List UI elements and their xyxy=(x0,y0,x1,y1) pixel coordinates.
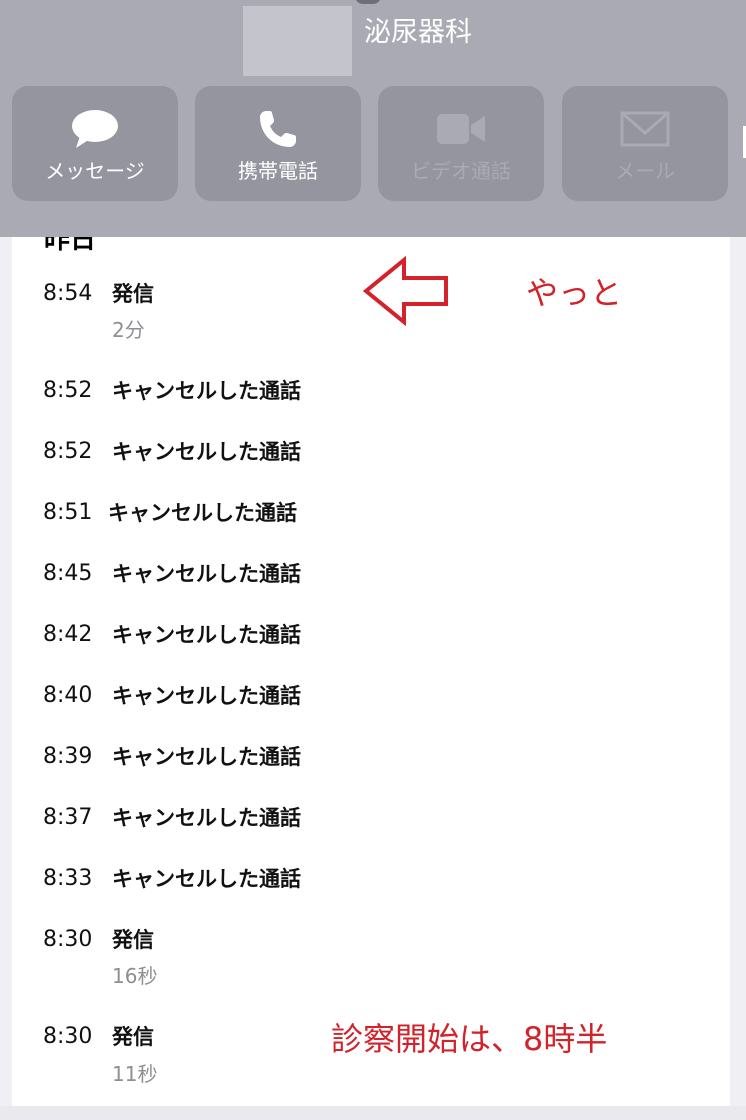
message-button[interactable]: メッセージ xyxy=(12,86,178,201)
call-type: キャンセルした通話 xyxy=(112,867,301,891)
call-type: キャンセルした通話 xyxy=(112,562,301,586)
message-bubble-icon xyxy=(72,110,118,148)
contact-header: 泌尿器科 メッセージ 携帯電話 ビデオ通話 メール xyxy=(0,0,746,237)
call-time: 8:30 xyxy=(43,927,93,952)
mail-button[interactable]: メール xyxy=(562,86,728,201)
mail-icon xyxy=(620,111,670,147)
call-time: 8:39 xyxy=(43,744,93,769)
mail-button-label: メール xyxy=(615,159,675,183)
call-duration: 2分 xyxy=(112,318,145,342)
call-time: 8:37 xyxy=(43,805,93,830)
call-time: 8:51 xyxy=(43,500,93,525)
call-time: 8:40 xyxy=(43,683,93,708)
call-type: 発信 xyxy=(112,928,154,952)
video-call-button[interactable]: ビデオ通話 xyxy=(378,86,544,201)
call-type: キャンセルした通話 xyxy=(112,379,301,403)
call-type: キャンセルした通話 xyxy=(112,745,301,769)
mobile-call-button[interactable]: 携帯電話 xyxy=(195,86,361,201)
call-type: キャンセルした通話 xyxy=(108,501,297,525)
call-duration: 16秒 xyxy=(112,964,158,988)
call-time: 8:42 xyxy=(43,622,93,647)
contact-photo-placeholder xyxy=(243,6,352,76)
annotation-bottom-note: 診察開始は、8時半 xyxy=(331,1020,608,1058)
call-type: 発信 xyxy=(112,1025,154,1049)
call-type: キャンセルした通話 xyxy=(112,440,301,464)
video-camera-icon xyxy=(437,114,485,144)
call-time: 8:54 xyxy=(43,281,93,306)
arrow-left-icon xyxy=(362,256,448,326)
call-time: 8:30 xyxy=(43,1024,93,1049)
contact-name: 泌尿器科 xyxy=(364,17,472,48)
call-time: 8:33 xyxy=(43,866,93,891)
call-time: 8:45 xyxy=(43,561,93,586)
message-button-label: メッセージ xyxy=(45,159,145,183)
call-type: キャンセルした通話 xyxy=(112,806,301,830)
call-time: 8:52 xyxy=(43,378,93,403)
call-duration: 11秒 xyxy=(112,1062,158,1086)
mobile-call-button-label: 携帯電話 xyxy=(238,159,318,183)
call-type: キャンセルした通話 xyxy=(112,623,301,647)
bottom-edge xyxy=(0,1106,746,1120)
annotation-arrow-note: やっと xyxy=(526,274,623,312)
avatar xyxy=(355,0,381,4)
call-type: 発信 xyxy=(112,282,154,306)
call-time: 8:52 xyxy=(43,439,93,464)
call-type: キャンセルした通話 xyxy=(112,684,301,708)
phone-icon xyxy=(260,111,296,147)
video-call-button-label: ビデオ通話 xyxy=(411,159,511,183)
